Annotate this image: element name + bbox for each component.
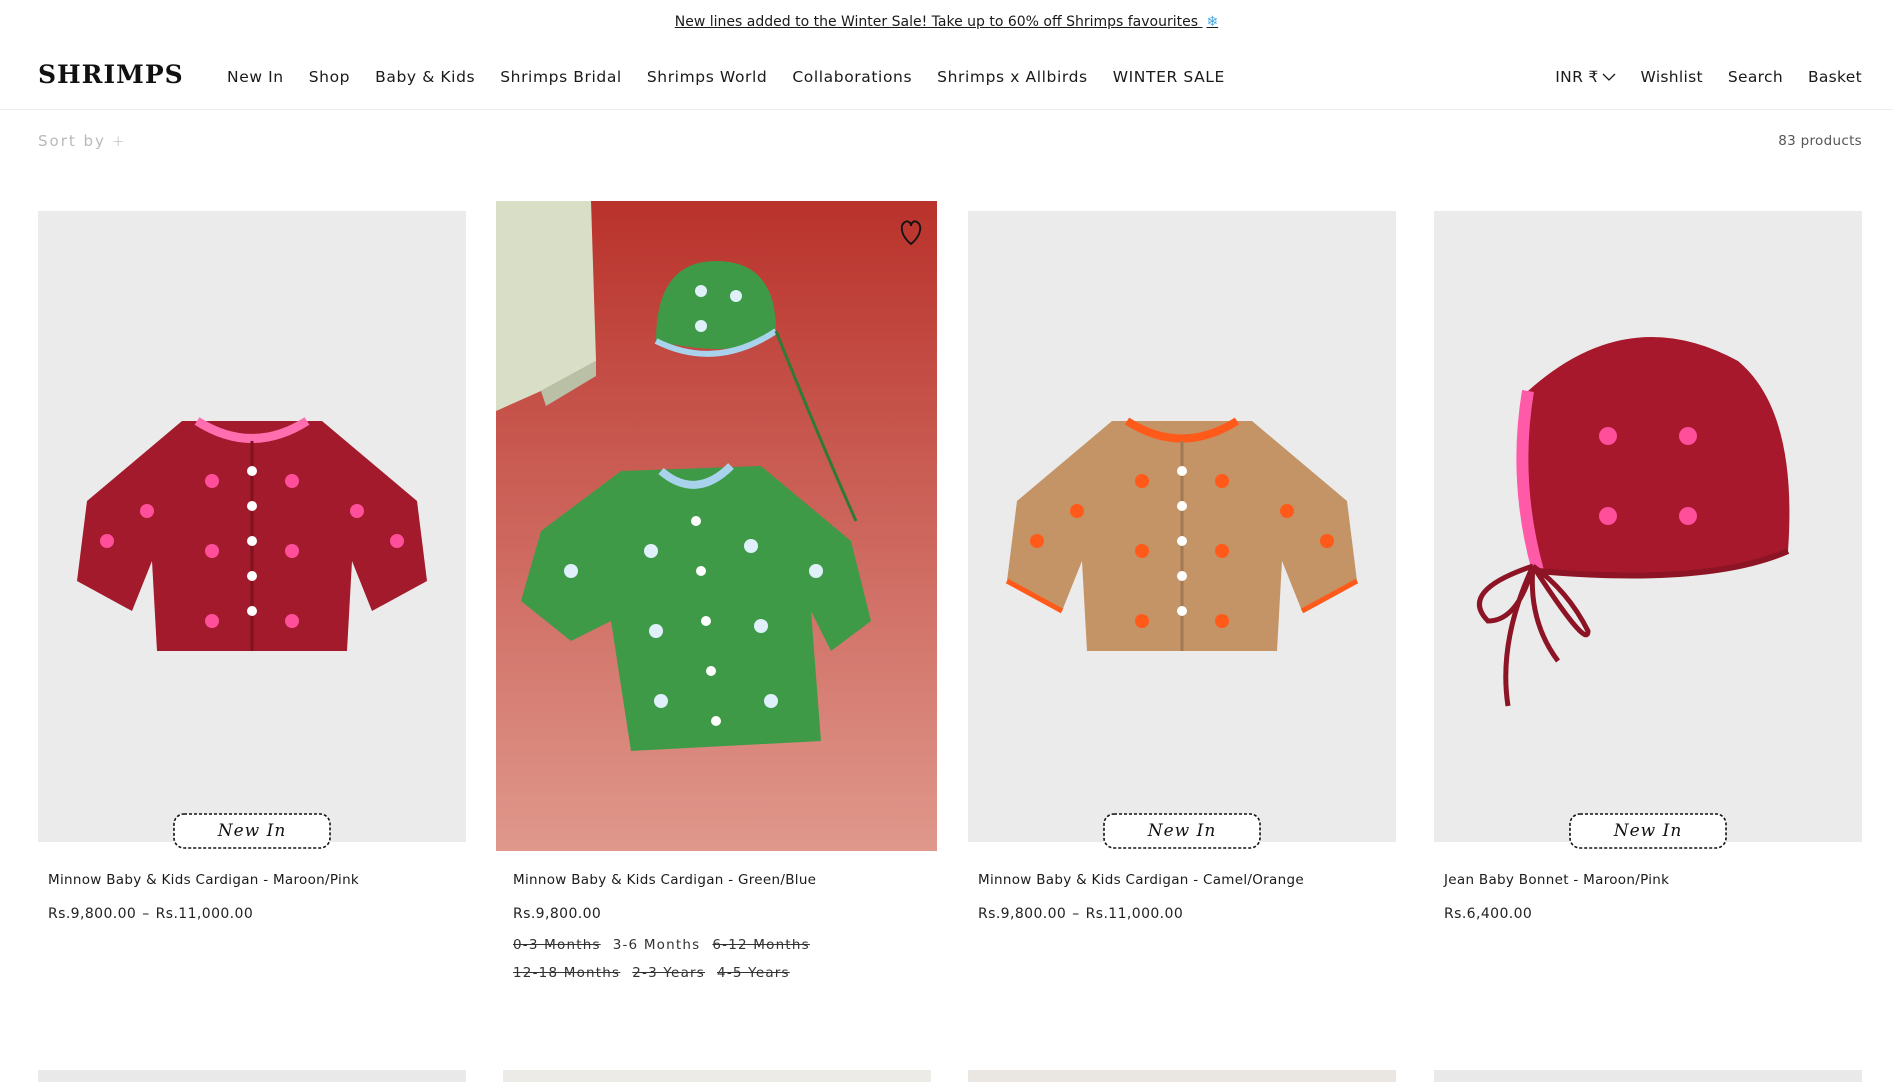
product-card[interactable]: New In Minnow Baby & Kids Cardigan - Cam… (968, 211, 1396, 931)
product-price: Rs.9,800.00– Rs.11,000.00 (48, 906, 253, 922)
nav-item-shrimps-x-allbirds[interactable]: Shrimps x Allbirds (937, 68, 1088, 86)
product-card[interactable]: New In Minnow Baby & Kids Cardigan - Mar… (38, 211, 466, 931)
nav-item-new-in[interactable]: New In (227, 68, 284, 86)
wishlist-link[interactable]: Wishlist (1641, 68, 1703, 86)
size-option[interactable]: 0-3 Months (513, 937, 601, 953)
snowflake-icon: ❄ (1206, 14, 1219, 30)
size-option[interactable]: 4-5 Years (717, 965, 790, 981)
currency-selector[interactable]: INR ₹ (1555, 68, 1615, 86)
nav-item-winter-sale[interactable]: WINTER SALE (1113, 68, 1225, 86)
utility-nav: INR ₹ Wishlist Search Basket (1555, 68, 1862, 86)
price-separator: – (142, 906, 150, 922)
cardigan-illustration (1005, 417, 1359, 651)
product-price: Rs.9,800.00 (513, 906, 602, 922)
product-price: Rs.6,400.00 (1444, 906, 1533, 922)
size-option[interactable]: 6-12 Months (712, 937, 809, 953)
announcement-bar: New lines added to the Winter Sale! Take… (0, 0, 1893, 44)
product-image[interactable] (38, 211, 466, 842)
nav-item-shop[interactable]: Shop (309, 68, 350, 86)
logo[interactable]: SHRIMPS (38, 60, 184, 89)
product-image[interactable] (496, 201, 937, 851)
product-card[interactable]: New In Jean Baby Bonnet - Maroon/Pink Rs… (1434, 211, 1862, 931)
product-image-row-2[interactable] (503, 1070, 931, 1082)
site-header: SHRIMPS New In Shop Baby & Kids Shrimps … (0, 44, 1893, 110)
product-image-row-2[interactable] (1434, 1070, 1862, 1082)
price-from: Rs.9,800.00 (978, 906, 1067, 922)
new-in-badge: New In (1564, 808, 1732, 854)
product-image-row-2[interactable] (968, 1070, 1396, 1082)
product-count: 83 products (1778, 133, 1862, 149)
size-option[interactable]: 12-18 Months (513, 965, 620, 981)
heart-icon[interactable] (898, 217, 924, 247)
sort-label: Sort by (38, 132, 106, 150)
announcement-text: New lines added to the Winter Sale! Take… (674, 14, 1199, 30)
cardigan-lifestyle-photo (496, 201, 937, 851)
product-image[interactable] (968, 211, 1396, 842)
size-options: 12-18 Months 2-3 Years 4-5 Years (513, 965, 802, 981)
price-to: Rs.11,000.00 (155, 906, 254, 922)
product-name[interactable]: Jean Baby Bonnet - Maroon/Pink (1444, 872, 1669, 888)
main-nav: New In Shop Baby & Kids Shrimps Bridal S… (227, 68, 1225, 86)
new-in-badge: New In (1098, 808, 1266, 854)
badge-label: New In (217, 821, 287, 841)
product-name[interactable]: Minnow Baby & Kids Cardigan - Green/Blue (513, 872, 816, 888)
new-in-badge: New In (168, 808, 336, 854)
badge-label: New In (1613, 821, 1683, 841)
product-image[interactable] (1434, 211, 1862, 842)
product-name[interactable]: Minnow Baby & Kids Cardigan - Camel/Oran… (978, 872, 1304, 888)
product-price: Rs.9,800.00– Rs.11,000.00 (978, 906, 1183, 922)
chevron-down-icon (1602, 73, 1615, 81)
product-image-row-2[interactable] (38, 1070, 466, 1082)
search-link[interactable]: Search (1728, 68, 1783, 86)
nav-item-shrimps-world[interactable]: Shrimps World (647, 68, 768, 86)
product-name[interactable]: Minnow Baby & Kids Cardigan - Maroon/Pin… (48, 872, 359, 888)
basket-link[interactable]: Basket (1808, 68, 1862, 86)
cardigan-illustration (77, 417, 427, 651)
size-option[interactable]: 2-3 Years (632, 965, 705, 981)
nav-item-baby-kids[interactable]: Baby & Kids (375, 68, 475, 86)
price-separator: – (1072, 906, 1080, 922)
bonnet-illustration (1476, 337, 1790, 707)
sort-by-button[interactable]: Sort by + (38, 132, 125, 150)
size-options: 0-3 Months 3-6 Months 6-12 Months (513, 937, 822, 953)
currency-label: INR ₹ (1555, 68, 1599, 86)
collection-toolbar: Sort by + 83 products (38, 132, 1862, 152)
size-option[interactable]: 3-6 Months (613, 937, 701, 953)
announcement-link[interactable]: New lines added to the Winter Sale! Take… (675, 14, 1218, 30)
price-to: Rs.11,000.00 (1085, 906, 1184, 922)
nav-item-shrimps-bridal[interactable]: Shrimps Bridal (500, 68, 622, 86)
nav-item-collaborations[interactable]: Collaborations (792, 68, 912, 86)
price-from: Rs.9,800.00 (48, 906, 137, 922)
product-card[interactable]: Minnow Baby & Kids Cardigan - Green/Blue… (496, 201, 937, 991)
badge-label: New In (1147, 821, 1217, 841)
plus-icon: + (111, 132, 125, 150)
